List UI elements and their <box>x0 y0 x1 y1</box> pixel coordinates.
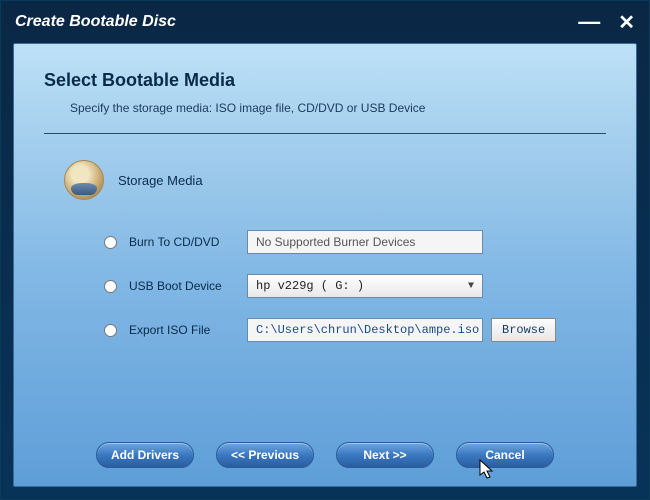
storage-media-section: Storage Media <box>64 160 606 200</box>
label-burn-cd-dvd: Burn To CD/DVD <box>129 235 239 249</box>
radio-usb-boot-device[interactable] <box>104 280 117 293</box>
content-panel: Select Bootable Media Specify the storag… <box>13 43 637 487</box>
page-heading: Select Bootable Media <box>44 70 606 91</box>
iso-path-field[interactable]: C:\Users\chrun\Desktop\ampe.iso <box>247 318 483 342</box>
storage-media-icon <box>64 160 104 200</box>
option-burn-cd-dvd: Burn To CD/DVD No Supported Burner Devic… <box>104 230 606 254</box>
option-export-iso: Export ISO File C:\Users\chrun\Desktop\a… <box>104 318 606 342</box>
window-title: Create Bootable Disc <box>15 13 176 31</box>
divider <box>44 133 606 134</box>
footer-buttons: Add Drivers << Previous Next >> Cancel <box>44 424 606 468</box>
browse-button[interactable]: Browse <box>491 318 556 342</box>
add-drivers-button[interactable]: Add Drivers <box>96 442 194 468</box>
previous-button[interactable]: << Previous <box>216 442 314 468</box>
titlebar: Create Bootable Disc — ✕ <box>1 1 649 43</box>
storage-media-label: Storage Media <box>118 173 203 188</box>
radio-burn-cd-dvd[interactable] <box>104 236 117 249</box>
radio-export-iso[interactable] <box>104 324 117 337</box>
option-usb-boot-device: USB Boot Device hp v229g ( G: ) ▼ <box>104 274 606 298</box>
usb-device-select[interactable]: hp v229g ( G: ) ▼ <box>247 274 483 298</box>
next-button[interactable]: Next >> <box>336 442 434 468</box>
chevron-down-icon: ▼ <box>468 281 474 292</box>
label-usb-boot-device: USB Boot Device <box>129 279 239 293</box>
label-export-iso: Export ISO File <box>129 323 239 337</box>
page-subheading: Specify the storage media: ISO image fil… <box>70 101 606 115</box>
burner-device-field: No Supported Burner Devices <box>247 230 483 254</box>
usb-device-value: hp v229g ( G: ) <box>256 279 364 293</box>
dialog-window: Create Bootable Disc — ✕ Select Bootable… <box>0 0 650 500</box>
close-icon[interactable]: ✕ <box>618 10 635 35</box>
cancel-button[interactable]: Cancel <box>456 442 554 468</box>
options-group: Burn To CD/DVD No Supported Burner Devic… <box>104 230 606 342</box>
titlebar-controls: — ✕ <box>578 10 635 35</box>
